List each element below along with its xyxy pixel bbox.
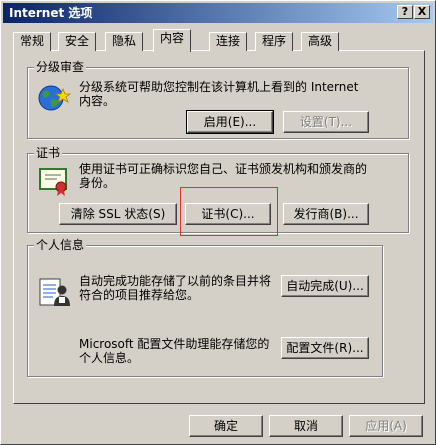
content-advisor-description: 分级系统可帮助您控制在该计算机上看到的 Internet 内容。 bbox=[79, 80, 359, 108]
profile-card-icon bbox=[39, 278, 70, 306]
personal-info-title: 个人信息 bbox=[34, 238, 87, 252]
window-title: Internet 选项 bbox=[9, 6, 93, 20]
title-bar: Internet 选项 bbox=[3, 3, 433, 23]
autocomplete-description: 自动完成功能存储了以前的条目并将 符合的项目推荐给您。 bbox=[79, 274, 272, 302]
tab-advanced[interactable]: 高级 bbox=[301, 32, 340, 51]
certificates-title: 证书 bbox=[34, 146, 63, 160]
certificates-description: 使用证书可正确标识您自己、证书颁发机构和颁发商的 身份。 bbox=[79, 162, 368, 190]
apply-button[interactable]: 应用(A) bbox=[349, 415, 423, 437]
autocomplete-button[interactable]: 自动完成(U)... bbox=[281, 275, 369, 297]
tab-content[interactable]: 内容 bbox=[153, 29, 192, 52]
publishers-button[interactable]: 发行商(B)... bbox=[283, 203, 369, 225]
profile-assistant-description: Microsoft 配置文件助理能存储您的 个人信息。 bbox=[79, 337, 270, 365]
clear-ssl-state-button[interactable]: 清除 SSL 状态(S) bbox=[59, 203, 177, 225]
tab-privacy[interactable]: 隐私 bbox=[105, 32, 144, 51]
ok-button[interactable]: 确定 bbox=[189, 415, 263, 437]
cancel-button[interactable]: 取消 bbox=[269, 415, 343, 437]
settings-button[interactable]: 设置(T)... bbox=[283, 111, 369, 133]
enable-button[interactable]: 启用(E)... bbox=[186, 110, 274, 134]
tab-programs[interactable]: 程序 bbox=[255, 32, 294, 51]
close-button[interactable]: X bbox=[414, 5, 430, 19]
red-highlight-box bbox=[180, 187, 278, 236]
help-button[interactable]: ? bbox=[397, 5, 413, 19]
internet-options-dialog: Internet 选项 ? X 常规 安全 隐私 内容 连接 程序 高级 分级审… bbox=[0, 0, 436, 445]
content-advisor-title: 分级审查 bbox=[34, 60, 87, 74]
my-profile-button[interactable]: 配置文件(R)... bbox=[281, 337, 369, 359]
certificate-icon bbox=[39, 168, 67, 196]
tab-general[interactable]: 常规 bbox=[13, 32, 52, 51]
tab-security[interactable]: 安全 bbox=[58, 32, 97, 51]
globe-star-icon bbox=[38, 85, 71, 111]
tab-connections[interactable]: 连接 bbox=[209, 32, 248, 51]
